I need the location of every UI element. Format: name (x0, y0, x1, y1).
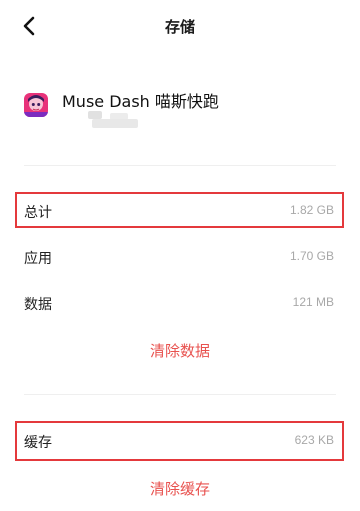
redacted-version (62, 111, 142, 128)
total-value: 1.82 GB (289, 203, 334, 217)
app-size-value: 1.70 GB (289, 249, 334, 263)
clear-cache-button[interactable]: 清除缓存 (0, 478, 360, 499)
app-icon (24, 93, 48, 117)
cache-row: 缓存 623 KB (24, 430, 336, 454)
total-row: 总计 1.82 GB (24, 200, 336, 224)
divider (24, 165, 336, 166)
cache-label: 缓存 (24, 435, 52, 451)
data-size-row: 数据 121 MB (24, 292, 336, 316)
data-size-label: 数据 (24, 297, 52, 313)
page-title: 存储 (164, 18, 195, 36)
data-size-value: 121 MB (292, 295, 334, 309)
clear-data-button[interactable]: 清除数据 (0, 340, 360, 361)
app-info: Muse Dash 喵斯快跑 (24, 88, 336, 128)
divider (24, 394, 336, 395)
app-size-row: 应用 1.70 GB (24, 246, 336, 270)
app-name: Muse Dash 喵斯快跑 (62, 92, 219, 111)
cache-value: 623 KB (294, 433, 334, 447)
total-label: 总计 (24, 205, 52, 221)
app-size-label: 应用 (24, 251, 52, 267)
